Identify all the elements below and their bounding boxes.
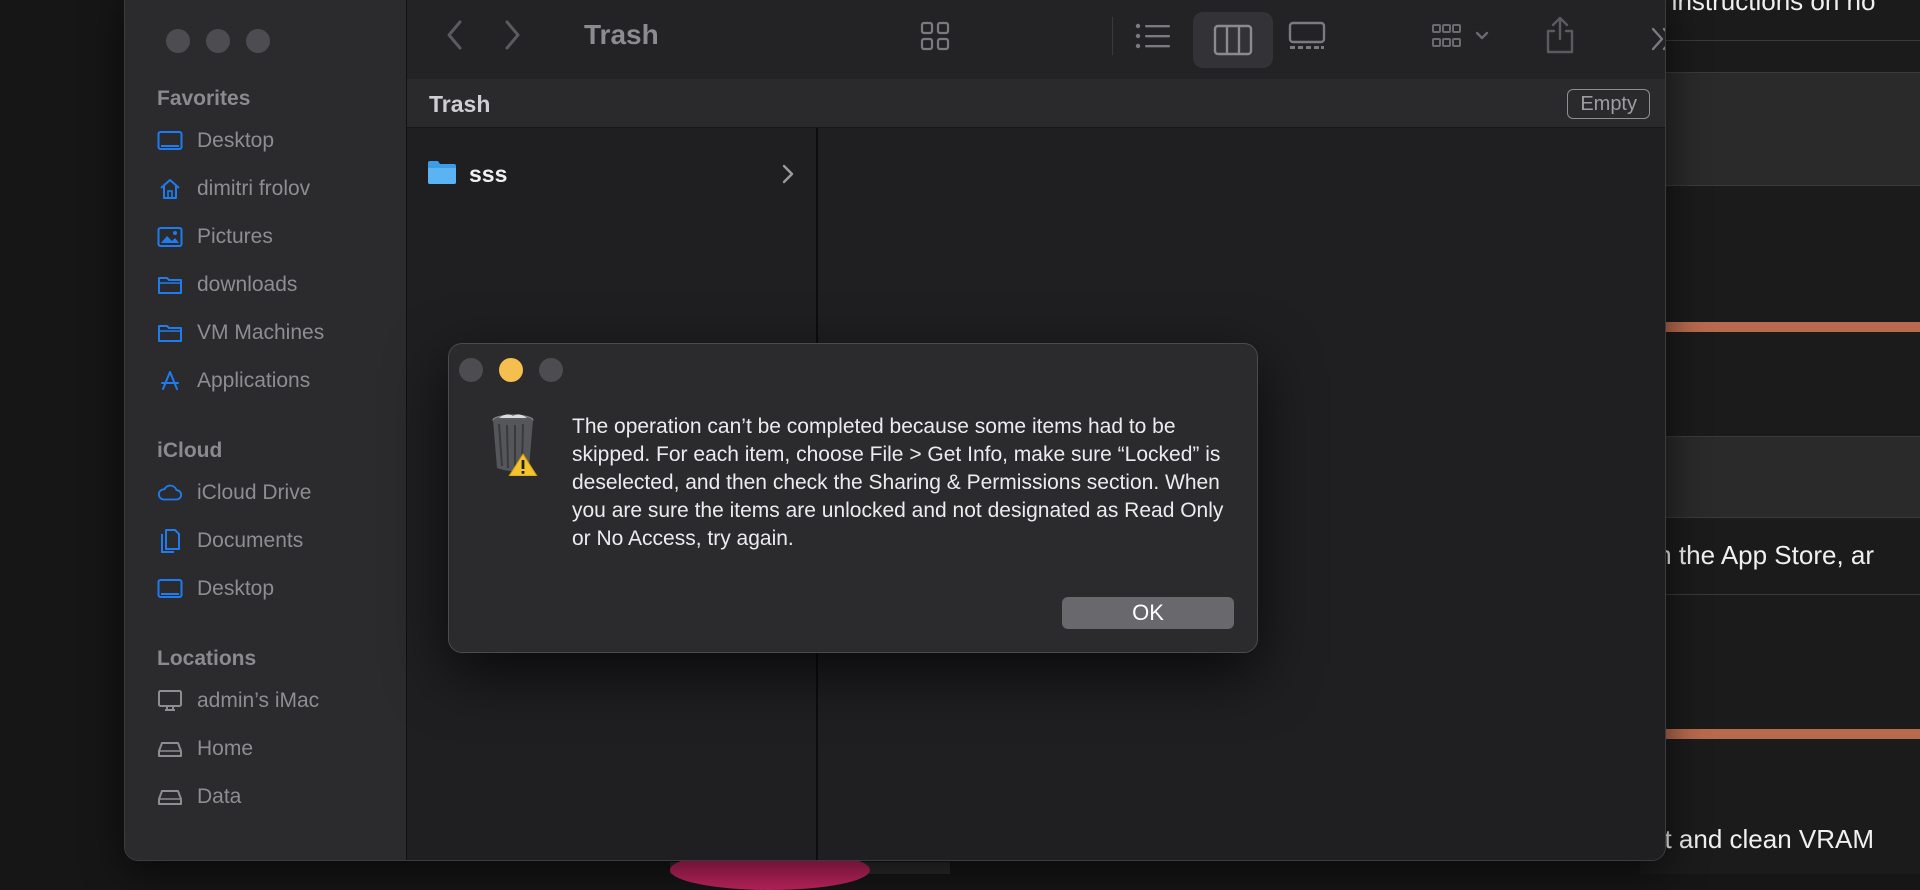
sidebar-item-home-drive[interactable]: Home [157,732,397,766]
sidebar-item-label: Pictures [197,225,273,248]
background-divider [1640,40,1920,41]
sidebar-item-label: iCloud Drive [197,481,312,504]
sidebar-section-locations: Locations [157,647,257,670]
background-block [1640,72,1920,186]
close-window-button[interactable] [166,29,190,53]
background-text-2: m the App Store, ar [1650,540,1875,570]
list-item[interactable]: sss [427,155,807,193]
window-title: Trash [584,19,659,50]
zoom-window-button[interactable] [246,29,270,53]
grid-icon [920,21,950,51]
applications-icon [157,368,183,394]
double-chevron-right-icon [1651,27,1665,51]
toolbar: Trash [407,0,1665,80]
desktop-icon [157,576,183,602]
sidebar-item-label: Desktop [197,129,275,152]
folder-title: Trash [429,91,491,117]
sidebar-section-favorites: Favorites [157,87,251,110]
drive-icon [157,736,183,762]
empty-trash-button[interactable]: Empty [1567,89,1650,119]
share-button[interactable] [1544,15,1576,55]
columns-icon [1213,24,1253,56]
dialog-close-button[interactable] [459,358,483,382]
group-icon [1432,24,1489,47]
sidebar-item-pictures[interactable]: Pictures [157,220,397,254]
background-browser-page: n instructions on ho m the App Store, ar… [1640,0,1920,874]
ok-button[interactable]: OK [1062,597,1234,629]
back-button[interactable] [445,19,465,51]
sidebar-item-applications[interactable]: Applications [157,364,397,398]
dialog-minimize-button[interactable] [499,358,523,382]
sidebar-item-icloud-desktop[interactable]: Desktop [157,572,397,606]
gallery-view-button[interactable] [1287,20,1327,52]
drive-icon [157,784,183,810]
folder-icon [427,159,457,190]
sidebar-item-label: Data [197,785,242,808]
sidebar-item-label: VM Machines [197,321,325,344]
more-toolbar-button[interactable] [1649,25,1665,53]
desktop-icon [157,128,183,154]
sidebar-item-label: downloads [197,273,298,296]
sidebar: Favorites Desktop dimitri frolov Picture… [125,0,407,860]
home-icon [157,176,183,202]
gallery-icon [1288,21,1326,49]
list-icon [1135,23,1170,49]
folder-icon [157,320,183,346]
path-bar: Trash Empty [407,79,1665,128]
icon-view-button[interactable] [919,20,951,52]
chevron-right-icon [505,20,520,50]
sidebar-item-home[interactable]: dimitri frolov [157,172,397,206]
sidebar-item-icloud-drive[interactable]: iCloud Drive [157,476,397,510]
file-name: sss [469,160,508,187]
list-view-button[interactable] [1134,21,1172,51]
sidebar-item-label: Home [197,737,254,760]
chevron-left-icon [447,20,462,50]
alert-dialog: The operation can’t be completed because… [448,343,1258,653]
sidebar-item-downloads[interactable]: downloads [157,268,397,302]
sidebar-item-vm-machines[interactable]: VM Machines [157,316,397,350]
background-accent-bar [1640,322,1920,332]
sidebar-item-desktop[interactable]: Desktop [157,124,397,158]
background-divider [1640,594,1920,595]
sidebar-item-admins-imac[interactable]: admin’s iMac [157,684,397,718]
computer-icon [157,688,183,714]
background-accent-bar [1640,729,1920,739]
cloud-icon [157,480,183,506]
column-view-button[interactable] [1193,12,1273,68]
sidebar-item-documents[interactable]: Documents [157,524,397,558]
sidebar-item-label: admin’s iMac [197,689,320,712]
trash-warning-icon [489,410,545,477]
sidebar-item-label: Desktop [197,577,275,600]
sidebar-section-icloud: iCloud [157,439,223,462]
sidebar-item-label: Documents [197,529,304,552]
group-by-button[interactable] [1431,23,1491,51]
background-text-1: n instructions on ho [1650,0,1876,16]
sidebar-item-label: dimitri frolov [197,177,311,200]
documents-icon [157,528,183,554]
pictures-icon [157,224,183,250]
chevron-right-icon [781,163,795,190]
background-text-3: ot and clean VRAM [1650,824,1875,854]
sidebar-item-label: Applications [197,369,311,392]
sidebar-item-data-drive[interactable]: Data [157,780,397,814]
alert-message: The operation can’t be completed because… [572,415,1224,550]
background-block [1640,436,1920,518]
minimize-window-button[interactable] [206,29,230,53]
toolbar-divider [1112,17,1113,55]
folder-icon [157,272,183,298]
dialog-zoom-button[interactable] [539,358,563,382]
forward-button[interactable] [502,19,522,51]
share-icon [1546,16,1574,54]
